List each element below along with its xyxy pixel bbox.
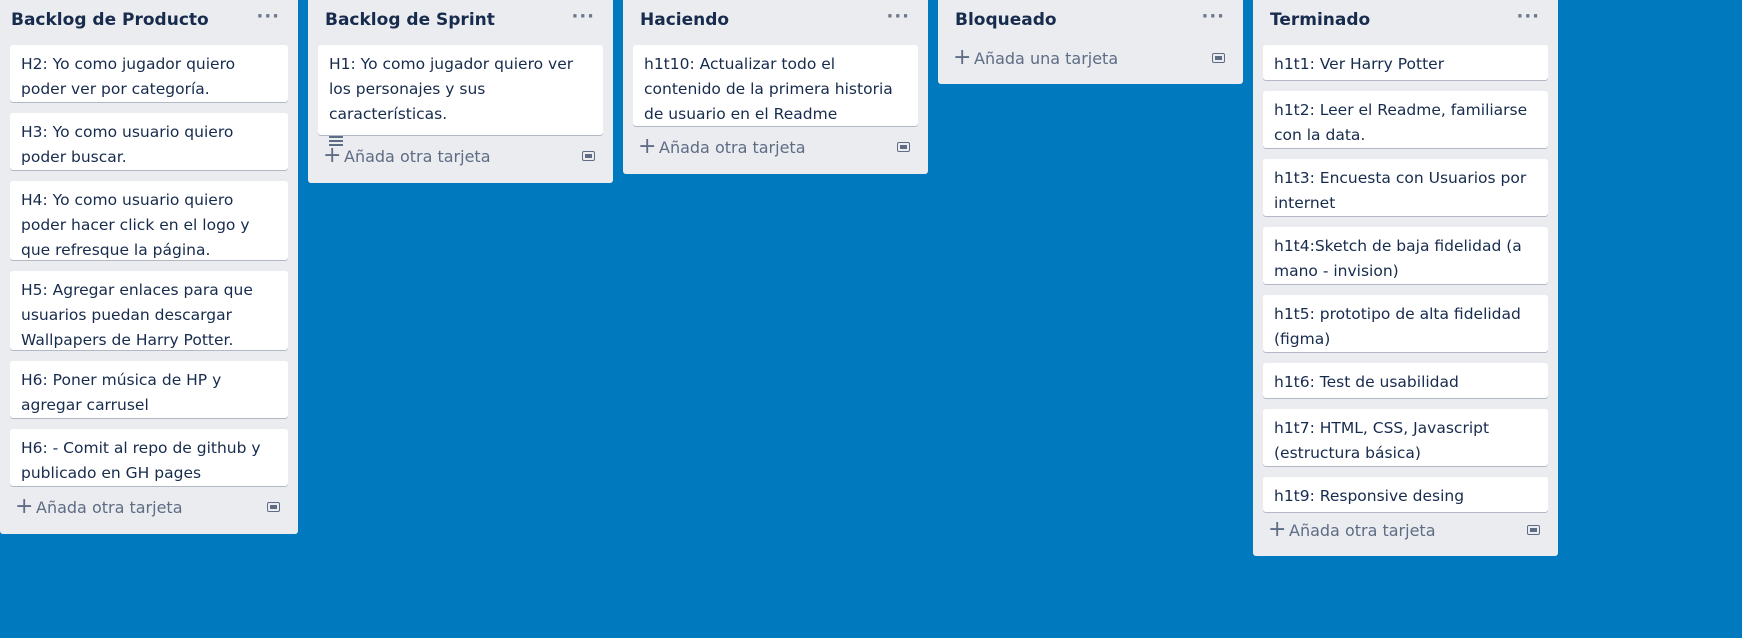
card-list: h1t10: Actualizar todo el contenido de l… <box>623 40 928 126</box>
list-terminado: Terminado ··· h1t1: Ver Harry Potter h1t… <box>1253 0 1558 556</box>
plus-icon: + <box>15 494 34 519</box>
list-menu-icon[interactable]: ··· <box>256 6 280 27</box>
plus-icon: + <box>323 143 342 168</box>
list-title[interactable]: Terminado <box>1270 10 1370 30</box>
board: Backlog de Producto ··· H2: Yo como juga… <box>0 0 1742 638</box>
list-header: Haciendo ··· <box>623 0 928 40</box>
list-partial-next <box>1568 0 1742 60</box>
add-card-label: Añada otra tarjeta <box>344 147 491 166</box>
list-header: Terminado ··· <box>1253 0 1558 40</box>
list-header: Bloqueado ··· <box>938 0 1243 40</box>
card[interactable]: h1t4:Sketch de baja fidelidad (a mano - … <box>1263 227 1548 284</box>
plus-icon: + <box>1268 517 1287 542</box>
list-title[interactable]: Backlog de Producto <box>11 10 209 30</box>
card[interactable]: H2: Yo como jugador quiero poder ver por… <box>10 45 288 102</box>
list-header: Backlog de Producto ··· <box>0 0 298 40</box>
card[interactable]: H1: Yo como jugador quiero ver los perso… <box>318 45 603 146</box>
list-header: Backlog de Sprint ··· <box>308 0 613 40</box>
card[interactable]: h1t1: Ver Harry Potter <box>1263 45 1548 80</box>
add-card-button[interactable]: + Añada otra tarjeta <box>318 141 603 175</box>
list-menu-icon[interactable]: ··· <box>1516 6 1540 27</box>
card-title: H1: Yo como jugador quiero ver los perso… <box>329 55 574 123</box>
list-title[interactable]: Bloqueado <box>955 10 1057 30</box>
card-template-icon[interactable] <box>1212 51 1227 65</box>
card[interactable]: h1t5: prototipo de alta fidelidad (figma… <box>1263 295 1548 352</box>
card-list: H1: Yo como jugador quiero ver los perso… <box>308 40 613 146</box>
card[interactable]: h1t6: Test de usabilidad <box>1263 363 1548 398</box>
list-haciendo: Haciendo ··· h1t10: Actualizar todo el c… <box>623 0 928 174</box>
add-card-label: Añada otra tarjeta <box>659 138 806 157</box>
plus-icon: + <box>953 45 972 70</box>
list-title[interactable]: Backlog de Sprint <box>325 10 495 30</box>
list-bloqueado: Bloqueado ··· + Añada una tarjeta <box>938 0 1243 84</box>
add-card-button[interactable]: + Añada una tarjeta <box>948 43 1233 77</box>
add-card-button[interactable]: + Añada otra tarjeta <box>1263 515 1548 549</box>
card-list: h1t1: Ver Harry Potter h1t2: Leer el Rea… <box>1253 40 1558 512</box>
card[interactable]: H6: - Comit al repo de github y publicad… <box>10 429 288 486</box>
card-template-icon[interactable] <box>582 149 597 163</box>
add-card-button[interactable]: + Añada otra tarjeta <box>10 492 288 526</box>
list-menu-icon[interactable]: ··· <box>571 6 595 27</box>
list-backlog-producto: Backlog de Producto ··· H2: Yo como juga… <box>0 0 298 534</box>
card[interactable]: h1t2: Leer el Readme, familiarse con la … <box>1263 91 1548 148</box>
card[interactable]: H5: Agregar enlaces para que usuarios pu… <box>10 271 288 350</box>
card-template-icon[interactable] <box>267 500 282 514</box>
card-template-icon[interactable] <box>897 140 912 154</box>
card[interactable]: h1t7: HTML, CSS, Javascript (estructura … <box>1263 409 1548 466</box>
card[interactable]: H6: Poner música de HP y agregar carruse… <box>10 361 288 418</box>
add-card-button[interactable]: + Añada otra tarjeta <box>633 132 918 166</box>
list-menu-icon[interactable]: ··· <box>1201 6 1225 27</box>
card[interactable]: h1t3: Encuesta con Usuarios por internet <box>1263 159 1548 216</box>
card[interactable]: h1t9: Responsive desing <box>1263 477 1548 512</box>
list-backlog-sprint: Backlog de Sprint ··· H1: Yo como jugado… <box>308 0 613 183</box>
add-card-label: Añada una tarjeta <box>974 49 1119 68</box>
add-card-label: Añada otra tarjeta <box>36 498 183 517</box>
list-title[interactable]: Haciendo <box>640 10 729 30</box>
card-template-icon[interactable] <box>1527 523 1542 537</box>
list-menu-icon[interactable]: ··· <box>886 6 910 27</box>
card[interactable]: h1t10: Actualizar todo el contenido de l… <box>633 45 918 126</box>
add-card-label: Añada otra tarjeta <box>1289 521 1436 540</box>
plus-icon: + <box>638 134 657 159</box>
card-list: H2: Yo como jugador quiero poder ver por… <box>0 40 298 486</box>
card[interactable]: H3: Yo como usuario quiero poder buscar. <box>10 113 288 170</box>
card[interactable]: H4: Yo como usuario quiero poder hacer c… <box>10 181 288 260</box>
